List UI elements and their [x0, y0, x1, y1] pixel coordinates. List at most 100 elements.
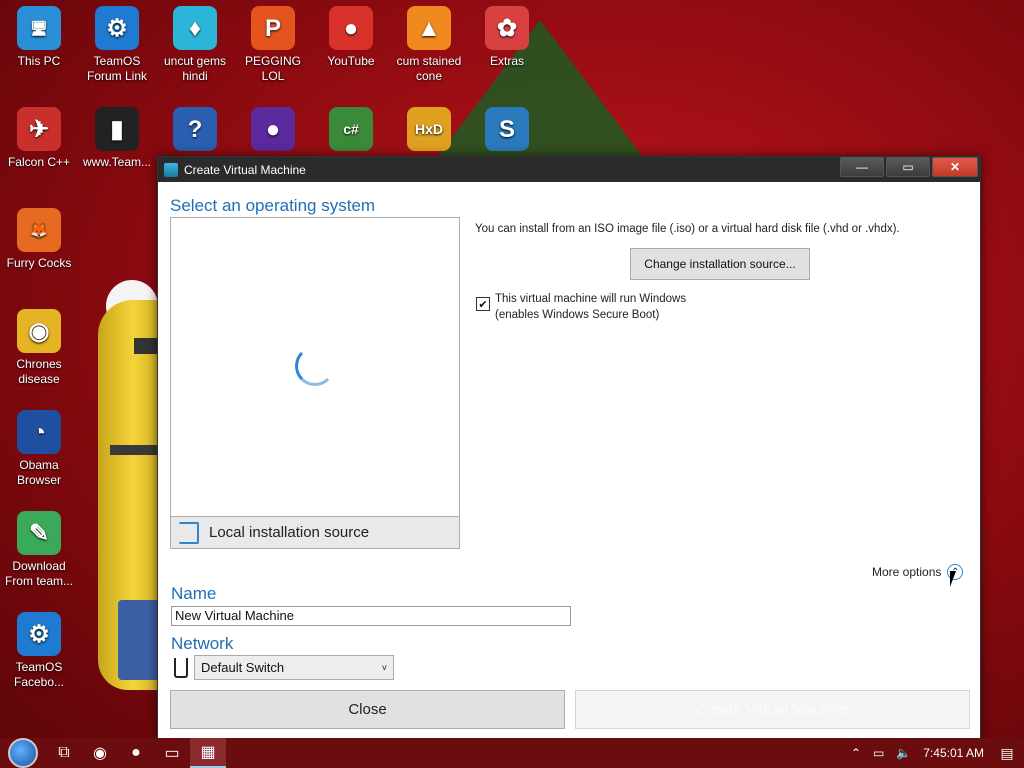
- desktop-icon[interactable]: ◉ Chrones disease: [0, 309, 78, 387]
- falcon-icon: ✈: [17, 107, 61, 151]
- task-view-icon[interactable]: ⧉: [46, 738, 82, 768]
- notepad-icon: ✎: [17, 511, 61, 555]
- firefox-icon[interactable]: ●: [118, 738, 154, 768]
- obama-logo-icon: ◔: [17, 410, 61, 454]
- minion-strap-wallpaper: [118, 600, 162, 680]
- desktop-icon[interactable]: ?: [156, 107, 234, 155]
- desktop-icon[interactable]: P PEGGING LOL: [234, 6, 312, 84]
- volume-icon[interactable]: 🔈: [896, 746, 911, 760]
- system-tray: ⌃ ▭ 🔈 7:45:01 AM ▤: [845, 738, 1024, 768]
- quick-create-taskbar-icon[interactable]: ▦: [190, 738, 226, 768]
- desktop-icon-label: This PC: [17, 54, 61, 68]
- monitor-icon: 🖥: [17, 6, 61, 50]
- desktop-icon[interactable]: ✈ Falcon C++: [0, 107, 78, 170]
- create-virtual-machine-button[interactable]: Create Virtual Machine: [575, 690, 970, 729]
- desktop-icon[interactable]: ✿ Extras: [468, 6, 546, 69]
- firefox-icon: 🦊: [17, 208, 61, 252]
- name-label: Name: [171, 584, 217, 603]
- extras-icon: ✿: [485, 6, 529, 50]
- minimize-button[interactable]: —: [840, 157, 884, 177]
- window-controls: — ▭ ✕: [838, 157, 980, 179]
- network-label: Network: [171, 634, 234, 653]
- desktop-icon-label: Furry Cocks: [6, 256, 72, 270]
- windows-checkbox[interactable]: ✔: [476, 297, 490, 311]
- desktop-icon-label: Extras: [489, 54, 524, 68]
- diamond-icon: ♦: [173, 6, 217, 50]
- desktop-icon-label: TeamOS Facebo...: [13, 660, 65, 689]
- os-section-title: Select an operating system: [170, 196, 376, 215]
- windows-orb-icon: [8, 738, 38, 768]
- desktop-icon-label: TeamOS Forum Link: [86, 54, 148, 83]
- create-vm-window: Create Virtual Machine — ▭ ✕ Select an o…: [157, 156, 981, 742]
- desktop-icon[interactable]: ▮ www.Team...: [78, 107, 156, 170]
- taskbar: ⧉ ◉ ● ▭ ▦ ⌃ ▭ 🔈 7:45:01 AM ▤: [0, 738, 1024, 768]
- network-select[interactable]: Default Switch ˅: [194, 655, 394, 680]
- desktop-icon[interactable]: S: [468, 107, 546, 155]
- network-icon: [174, 658, 188, 678]
- network-tray-icon[interactable]: ▭: [873, 746, 884, 760]
- desktop-icon-label: PEGGING LOL: [244, 54, 301, 83]
- s-icon: S: [485, 107, 529, 151]
- chrome-icon: ◉: [17, 309, 61, 353]
- desktop-icon-label: Falcon C++: [7, 155, 71, 169]
- desktop-icon[interactable]: ♦ uncut gems hindi: [156, 6, 234, 84]
- document-icon: ▮: [95, 107, 139, 151]
- desktop-icon[interactable]: ⚙ TeamOS Facebo...: [0, 612, 78, 690]
- name-field[interactable]: New Virtual Machine: [171, 606, 571, 626]
- more-options-label: More options: [872, 565, 942, 579]
- desktop-icon[interactable]: ● YouTube: [312, 6, 390, 69]
- chevron-up-tray-icon[interactable]: ⌃: [851, 746, 861, 760]
- desktop-icon[interactable]: c#: [312, 107, 390, 155]
- close-window-button[interactable]: ✕: [932, 157, 978, 177]
- desktop-icon[interactable]: ⚙ TeamOS Forum Link: [78, 6, 156, 84]
- window-title: Create Virtual Machine: [184, 162, 306, 177]
- desktop-icon[interactable]: 🦊 Furry Cocks: [0, 208, 78, 271]
- hxd-icon: HxD: [407, 107, 451, 151]
- desktop-icon[interactable]: 🖥 This PC: [0, 6, 78, 69]
- change-installation-source-button[interactable]: Change installation source...: [630, 248, 810, 280]
- desktop-icon-label: Chrones disease: [16, 357, 62, 386]
- minion-band-wallpaper: [110, 445, 160, 455]
- loading-spinner-icon: [295, 346, 335, 386]
- desktop-icon-label: YouTube: [327, 54, 375, 68]
- ball-icon: ●: [251, 107, 295, 151]
- desktop-icon[interactable]: ▲ cum stained cone: [390, 6, 468, 84]
- file-explorer-icon[interactable]: ▭: [154, 738, 190, 768]
- windows-checkbox-label: This virtual machine will run Windows (e…: [495, 291, 686, 323]
- desktop-icon-label: uncut gems hindi: [163, 54, 227, 83]
- maximize-button[interactable]: ▭: [886, 157, 930, 177]
- notification-icon[interactable]: ▤: [990, 738, 1024, 768]
- checkbox-line1: This virtual machine will run Windows: [495, 293, 687, 305]
- local-source-label: Local installation source: [209, 524, 370, 541]
- csharp-icon: c#: [329, 107, 373, 151]
- close-button[interactable]: Close: [170, 690, 565, 729]
- chevron-down-icon: ˅: [381, 662, 387, 673]
- os-list[interactable]: [170, 217, 460, 517]
- angry-bird-icon: ●: [329, 6, 373, 50]
- checkbox-line2: (enables Windows Secure Boot): [495, 309, 660, 321]
- install-info-text: You can install from an ISO image file (…: [475, 223, 900, 235]
- gear-icon: ⚙: [17, 612, 61, 656]
- mouse-cursor-icon: [950, 571, 956, 587]
- desktop-icon[interactable]: HxD: [390, 107, 468, 155]
- clock[interactable]: 7:45:01 AM: [923, 746, 984, 760]
- gear-icon: ⚙: [95, 6, 139, 50]
- local-source-icon: [179, 521, 199, 544]
- network-selected-value: Default Switch: [201, 660, 285, 675]
- question-icon: ?: [173, 107, 217, 151]
- desktop-icon[interactable]: ●: [234, 107, 312, 155]
- desktop-icon-label: www.Team...: [82, 155, 151, 169]
- desktop-icon-label: cum stained cone: [396, 54, 462, 83]
- chrome-icon[interactable]: ◉: [82, 738, 118, 768]
- vlc-cone-icon: ▲: [407, 6, 451, 50]
- desktop-icon-label: Download From team...: [4, 559, 73, 588]
- desktop-icon-label: Obama Browser: [16, 458, 61, 487]
- p-logo-icon: P: [251, 6, 295, 50]
- start-button[interactable]: [0, 738, 46, 768]
- local-installation-source-button[interactable]: Local installation source: [170, 516, 460, 549]
- check-icon: ✔: [478, 298, 488, 311]
- titlebar[interactable]: Create Virtual Machine — ▭ ✕: [158, 157, 980, 182]
- quick-create-icon: [164, 162, 178, 177]
- desktop-icon[interactable]: ✎ Download From team...: [0, 511, 78, 589]
- desktop-icon[interactable]: ◔ Obama Browser: [0, 410, 78, 488]
